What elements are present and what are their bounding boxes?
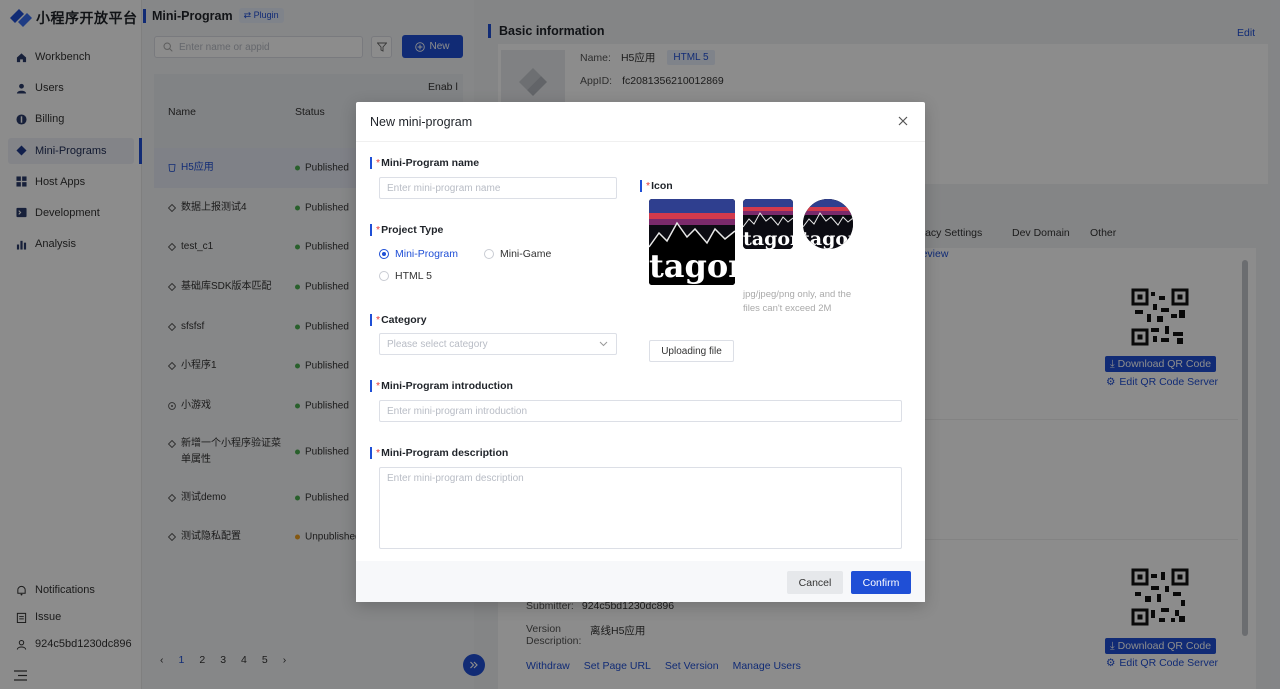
category-label-text: Category: [381, 314, 427, 326]
close-icon[interactable]: [897, 115, 909, 127]
new-mini-program-dialog: New mini-program *Mini-Program name *Pro…: [356, 102, 925, 602]
radio-label: HTML 5: [395, 270, 432, 282]
icon-preview-medium: tagor: [743, 199, 793, 249]
upload-file-button[interactable]: Uploading file: [649, 340, 734, 362]
name-label-text: Mini-Program name: [381, 157, 480, 169]
radio-label: Mini-Program: [395, 248, 459, 260]
radio-circle: [484, 249, 494, 259]
radio-html5[interactable]: HTML 5: [379, 270, 432, 282]
description-label-text: Mini-Program description: [381, 447, 509, 459]
required-mark: *: [376, 157, 381, 169]
label-accent-bar: [370, 447, 372, 459]
dialog-footer: Cancel Confirm: [356, 561, 925, 602]
required-mark: *: [376, 447, 381, 459]
project-type-label-text: Project Type: [381, 224, 444, 236]
description-textarea[interactable]: [379, 467, 902, 549]
radio-mini-game[interactable]: Mini-Game: [484, 248, 551, 260]
icon-preview-round: tagor: [803, 199, 853, 249]
project-type-label: * Project Type: [370, 224, 443, 236]
radio-mini-program[interactable]: Mini-Program: [379, 248, 458, 260]
intro-input[interactable]: [379, 400, 902, 422]
chevron-down-icon: [599, 341, 608, 347]
category-label: * Category: [370, 314, 427, 326]
icon-label: * Icon: [640, 180, 673, 192]
dialog-header: New mini-program: [356, 102, 925, 142]
required-mark: *: [646, 180, 651, 192]
radio-circle: [379, 271, 389, 281]
icon-label-text: Icon: [651, 180, 673, 192]
required-mark: *: [376, 224, 381, 236]
radio-label: Mini-Game: [500, 248, 552, 260]
category-select[interactable]: Please select category: [379, 333, 617, 355]
icon-hint: jpg/jpeg/png only, and the files can't e…: [743, 289, 852, 314]
label-accent-bar: [370, 380, 372, 392]
intro-label-text: Mini-Program introduction: [381, 380, 513, 392]
category-placeholder: Please select category: [387, 338, 488, 350]
icon-preview-large: tagor: [649, 199, 735, 285]
icon-wordmark: tagor: [743, 228, 793, 249]
name-input[interactable]: [379, 177, 617, 199]
required-mark: *: [376, 314, 381, 326]
radio-circle: [379, 249, 389, 259]
label-accent-bar: [370, 314, 372, 326]
icon-wordmark: tagor: [649, 247, 735, 285]
cancel-button[interactable]: Cancel: [787, 571, 843, 594]
label-accent-bar: [370, 224, 372, 236]
name-label: * Mini-Program name: [370, 157, 479, 169]
description-label: * Mini-Program description: [370, 447, 508, 459]
label-accent-bar: [640, 180, 642, 192]
required-mark: *: [376, 380, 381, 392]
dialog-body: *Mini-Program name *Project Type Mini-Pr…: [356, 142, 925, 561]
confirm-button[interactable]: Confirm: [851, 571, 911, 594]
icon-wordmark: tagor: [803, 228, 853, 249]
dialog-title: New mini-program: [370, 115, 473, 129]
intro-label: * Mini-Program introduction: [370, 380, 513, 392]
label-accent-bar: [370, 157, 372, 169]
